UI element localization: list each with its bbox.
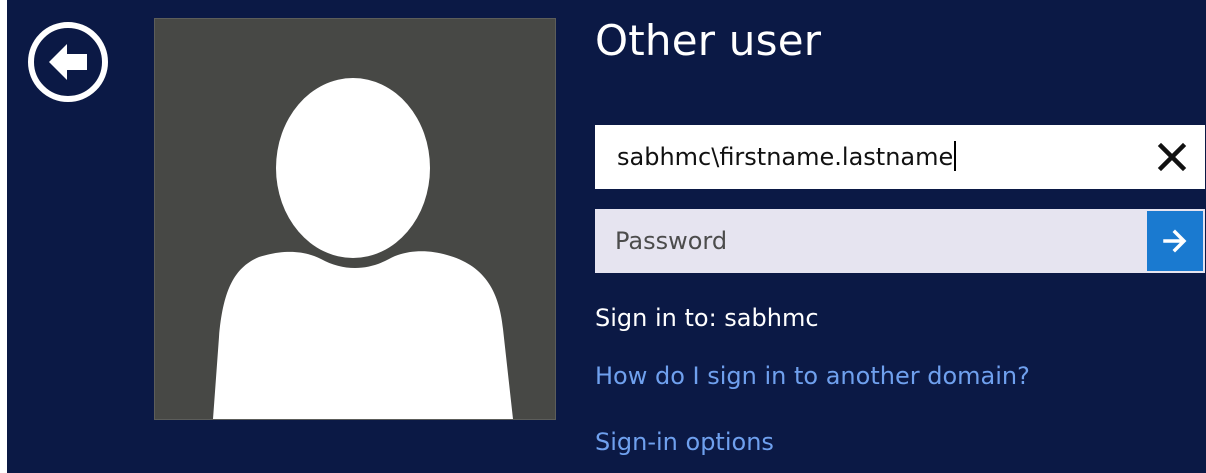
avatar xyxy=(154,18,556,420)
text-caret xyxy=(954,141,957,171)
user-silhouette-icon xyxy=(213,78,513,419)
submit-button[interactable] xyxy=(1147,211,1203,271)
username-value: sabhmc\firstname.lastname xyxy=(617,143,954,171)
signin-domain-text: Sign in to: sabhmc xyxy=(595,304,819,332)
other-domain-link[interactable]: How do I sign in to another domain? xyxy=(595,362,1030,390)
back-arrow-icon xyxy=(28,22,108,102)
arrow-right-icon xyxy=(1163,229,1187,253)
login-screen: Other user sabhmc\firstname.lastname Pas… xyxy=(7,0,1206,473)
password-placeholder: Password xyxy=(615,227,728,255)
close-icon xyxy=(1157,142,1187,172)
password-field[interactable]: Password xyxy=(595,209,1205,273)
username-field[interactable]: sabhmc\firstname.lastname xyxy=(595,125,1205,189)
clear-button[interactable] xyxy=(1155,140,1189,174)
page-title: Other user xyxy=(595,16,822,65)
back-button[interactable] xyxy=(27,21,109,103)
username-input[interactable]: sabhmc\firstname.lastname xyxy=(617,125,957,185)
signin-options-link[interactable]: Sign-in options xyxy=(595,428,774,456)
